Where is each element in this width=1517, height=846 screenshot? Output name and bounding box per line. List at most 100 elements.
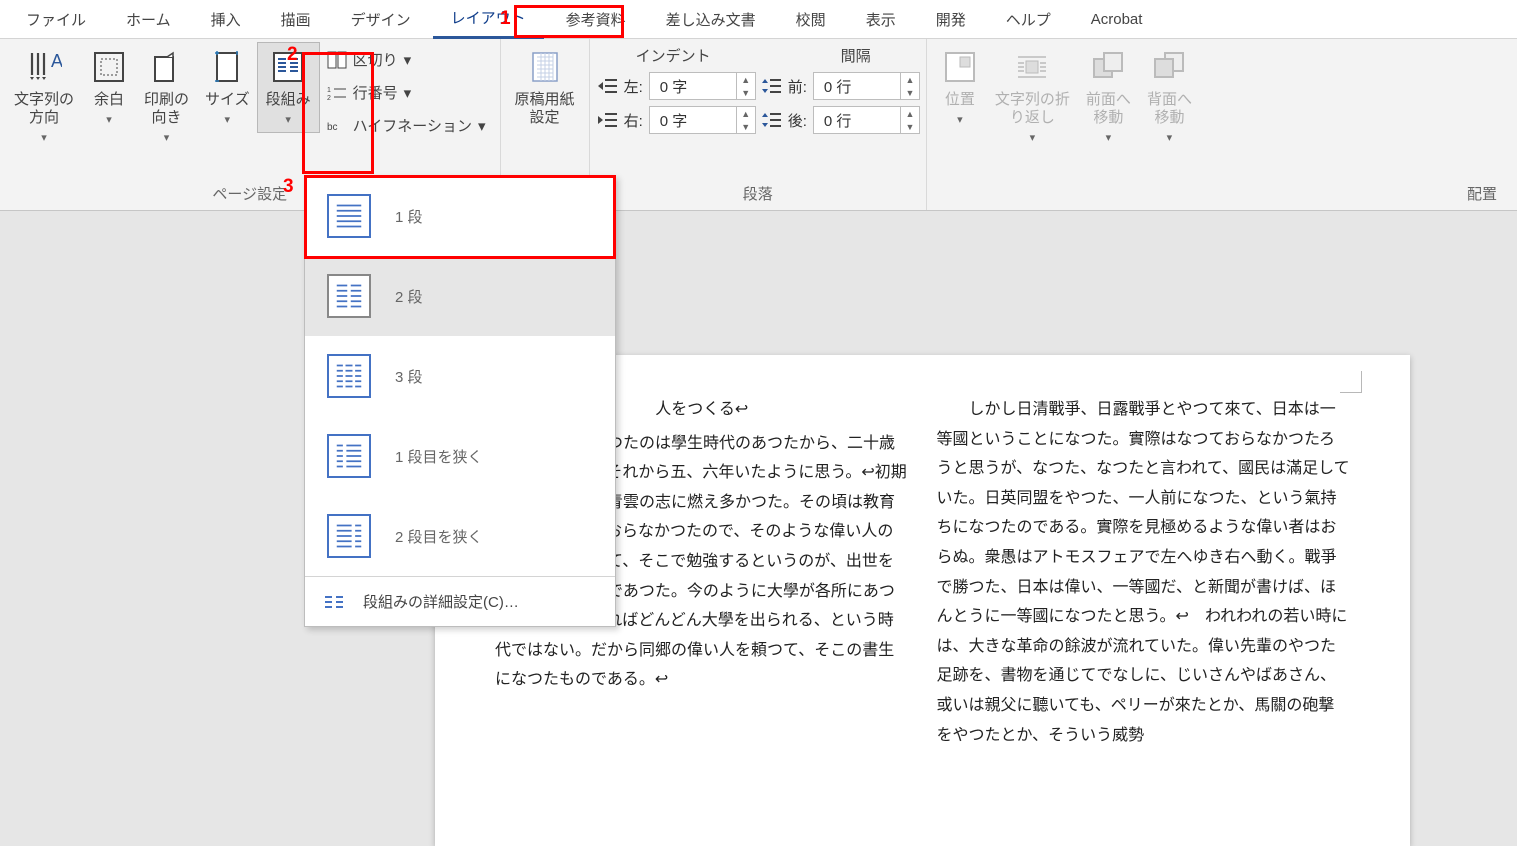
tab-home[interactable]: ホーム [108, 1, 189, 38]
indent-left-icon [596, 77, 618, 95]
chevron-down-icon: ▾ [404, 51, 412, 69]
genko-icon [527, 49, 563, 85]
columns-3-icon [327, 354, 371, 398]
text-direction-icon: A [26, 49, 62, 85]
position-button[interactable]: 位置 ▾ [933, 43, 987, 132]
spin-up-icon[interactable]: ▲ [737, 73, 755, 86]
columns-more-options[interactable]: 段組みの詳細設定(C)… [305, 577, 615, 626]
columns-option-2-label: 2 段 [395, 286, 423, 307]
columns-2-icon [327, 274, 371, 318]
size-label: サイズ [205, 91, 250, 109]
send-backward-label: 背面へ移動 [1147, 91, 1192, 127]
columns-option-3[interactable]: 3 段 [305, 336, 615, 416]
genko-button[interactable]: 原稿用紙設定 [507, 43, 583, 133]
document-column-2[interactable]: しかし日清戰爭、日露戰爭とやつて來て、日本は一等國ということになつた。實際はなつ… [937, 395, 1351, 750]
chevron-down-icon: ▾ [285, 113, 291, 126]
spacing-after-input[interactable]: 0 行▲▼ [813, 106, 920, 134]
callout-2-box [302, 52, 374, 174]
indent-left-input[interactable]: 0 字▲▼ [649, 72, 756, 100]
spacing-after-icon [760, 111, 782, 129]
text-wrap-button[interactable]: 文字列の折り返し▾ [987, 43, 1078, 150]
tab-draw[interactable]: 描画 [263, 1, 329, 38]
bring-forward-icon [1090, 49, 1126, 85]
chevron-down-icon: ▾ [478, 117, 486, 135]
spin-down-icon[interactable]: ▼ [901, 86, 919, 99]
tab-file[interactable]: ファイル [8, 1, 104, 38]
ribbon: A 文字列の方向▾ 余白▾ 印刷の向き▾ サイズ▾ 段組み▾ [0, 39, 1517, 211]
tab-view[interactable]: 表示 [848, 1, 914, 38]
text-direction-label: 文字列の方向 [14, 91, 74, 127]
margins-label: 余白 [94, 91, 124, 109]
spin-up-icon[interactable]: ▲ [901, 107, 919, 120]
chevron-down-icon: ▾ [164, 131, 170, 144]
spin-up-icon[interactable]: ▲ [737, 107, 755, 120]
spacing-before-input[interactable]: 0 行▲▼ [813, 72, 920, 100]
chevron-down-icon: ▾ [957, 113, 963, 126]
tab-mailings[interactable]: 差し込み文書 [648, 1, 774, 38]
group-label-arrange: 配置 [933, 180, 1511, 210]
columns-more-label: 段組みの詳細設定(C)… [363, 591, 519, 612]
bring-forward-button[interactable]: 前面へ移動 ▾ [1078, 43, 1139, 150]
group-label-paragraph: 段落 [596, 180, 920, 210]
spacing-heading: 間隔 [841, 45, 871, 66]
size-button[interactable]: サイズ ▾ [197, 43, 258, 132]
group-paragraph: インデント 間隔 左: 0 字▲▼ 前: 0 行▲▼ 右: [590, 39, 927, 210]
callout-1-box [514, 5, 624, 38]
size-icon [209, 49, 245, 85]
chevron-down-icon: ▾ [225, 113, 231, 126]
chevron-down-icon: ▾ [106, 113, 112, 126]
tab-developer[interactable]: 開発 [918, 1, 984, 38]
chevron-down-icon: ▾ [1106, 131, 1112, 144]
send-backward-icon [1151, 49, 1187, 85]
tab-strip: ファイル ホーム 挿入 描画 デザイン レイアウト 参考資料 差し込み文書 校閲… [0, 0, 1517, 39]
indent-right-icon [596, 111, 618, 129]
spin-down-icon[interactable]: ▼ [737, 120, 755, 133]
doc-col2-text: しかし日清戰爭、日露戰爭とやつて來て、日本は一等國ということになつた。實際はなつ… [937, 395, 1351, 750]
send-backward-button[interactable]: 背面へ移動 ▾ [1139, 43, 1200, 150]
chevron-down-icon: ▾ [1167, 131, 1173, 144]
indent-right-input[interactable]: 0 字▲▼ [649, 106, 756, 134]
tab-help[interactable]: ヘルプ [988, 1, 1069, 38]
columns-more-icon [323, 594, 345, 610]
group-arrange: 位置 ▾ 文字列の折り返し▾ 前面へ移動 ▾ 背面へ移動 ▾ 配置 [927, 39, 1517, 210]
orientation-icon [149, 49, 185, 85]
columns-option-left-narrow-label: 1 段目を狭く [395, 446, 483, 467]
columns-option-left-narrow[interactable]: 1 段目を狭く [305, 416, 615, 496]
chevron-down-icon: ▾ [41, 131, 47, 144]
spin-down-icon[interactable]: ▼ [737, 86, 755, 99]
position-icon [942, 49, 978, 85]
callout-3: 3 [283, 176, 294, 198]
page-corner-marker [1340, 371, 1362, 393]
chevron-down-icon: ▾ [1030, 131, 1036, 144]
bring-forward-label: 前面へ移動 [1086, 91, 1131, 127]
tab-insert[interactable]: 挿入 [193, 1, 259, 38]
columns-right-narrow-icon [327, 514, 371, 558]
tab-acrobat[interactable]: Acrobat [1073, 3, 1161, 36]
text-direction-button[interactable]: A 文字列の方向 ▾ [6, 43, 82, 150]
indent-left-label: 左: [624, 76, 643, 97]
columns-option-right-narrow-label: 2 段目を狭く [395, 526, 483, 547]
columns-option-2[interactable]: 2 段 [305, 256, 615, 336]
spacing-before-value: 0 行 [814, 73, 900, 100]
tab-design[interactable]: デザイン [333, 1, 429, 38]
spacing-after-value: 0 行 [814, 107, 900, 134]
spin-down-icon[interactable]: ▼ [901, 120, 919, 133]
callout-1: 1 [500, 8, 511, 30]
indent-right-value: 0 字 [650, 107, 736, 134]
indent-heading: インデント [636, 45, 711, 66]
columns-option-right-narrow[interactable]: 2 段目を狭く [305, 496, 615, 576]
tab-review[interactable]: 校閲 [778, 1, 844, 38]
text-wrap-icon [1014, 49, 1050, 85]
spacing-before-label: 前: [788, 76, 807, 97]
callout-3-box [304, 175, 616, 259]
columns-option-3-label: 3 段 [395, 366, 423, 387]
indent-left-value: 0 字 [650, 73, 736, 100]
orientation-button[interactable]: 印刷の向き ▾ [136, 43, 197, 150]
margins-icon [91, 49, 127, 85]
spin-up-icon[interactable]: ▲ [901, 73, 919, 86]
orientation-label: 印刷の向き [144, 91, 189, 127]
position-label: 位置 [945, 91, 975, 109]
margins-button[interactable]: 余白 ▾ [82, 43, 136, 132]
indent-right-label: 右: [624, 110, 643, 131]
genko-label: 原稿用紙設定 [515, 91, 575, 127]
